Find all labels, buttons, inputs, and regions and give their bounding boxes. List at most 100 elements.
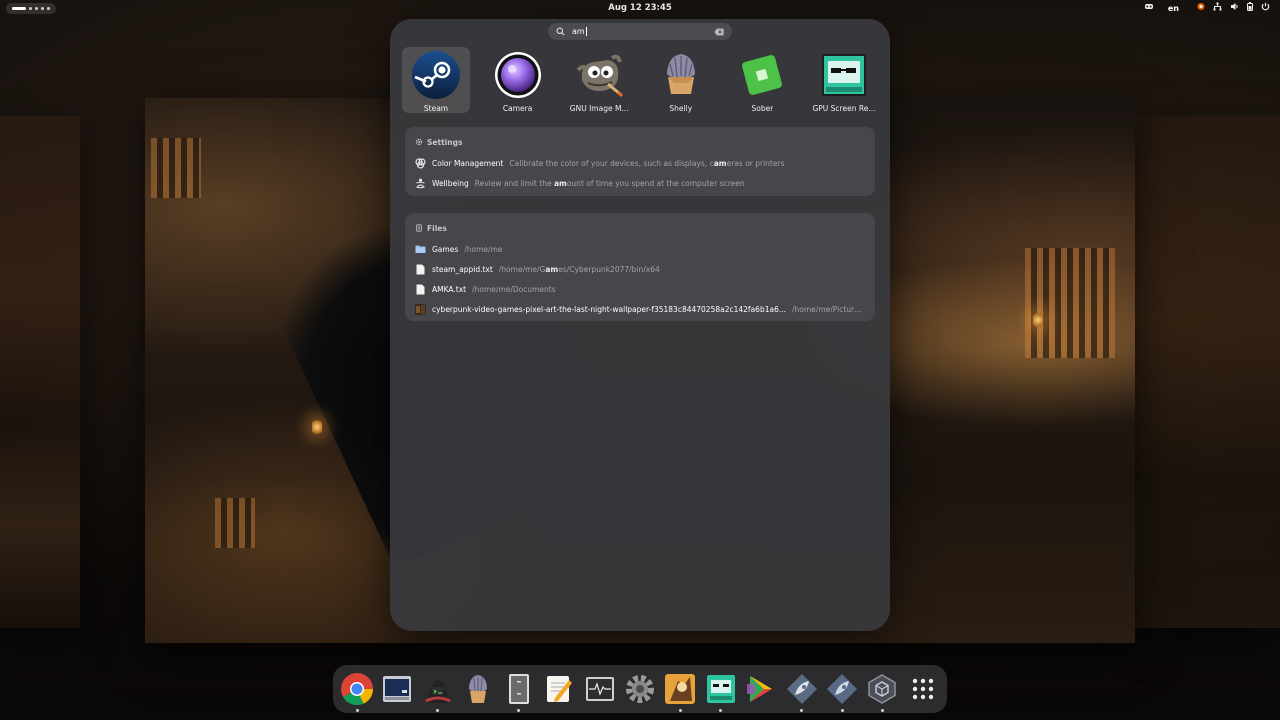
dock-rocket-app-1[interactable] [785, 672, 819, 712]
running-indicator [719, 709, 723, 712]
wallpaper-lamp [1033, 313, 1043, 327]
files-section-header: Files [415, 222, 865, 234]
top-bar: Aug 12 23:45 en [0, 0, 1280, 16]
power-icon[interactable] [1261, 2, 1270, 14]
result-name: cyberpunk-video-games-pixel-art-the-last… [432, 304, 786, 314]
app-result-gpu-screen-recorder[interactable]: GPU Screen Re... [810, 47, 878, 113]
result-path: /home/me/Games/Cyberpunk2077/bin/x64 [498, 264, 660, 274]
dock-gpu-recorder[interactable] [704, 672, 738, 712]
accessibility-icon[interactable] [1144, 2, 1154, 14]
app-label: GNU Image M... [569, 104, 629, 113]
result-path: /home/me/Documents [472, 284, 556, 294]
game-icon [665, 674, 696, 704]
settings-result-wellbeing[interactable]: Wellbeing Review and limit the amount of… [415, 173, 865, 193]
workspace-indicator-active [12, 6, 26, 10]
dock-app-grid[interactable] [906, 672, 940, 706]
workspace-thumbnail-left[interactable] [0, 116, 80, 628]
workspace-indicator [41, 6, 44, 10]
wallpaper-window-lights [151, 138, 201, 198]
dock-hacker-app[interactable] [421, 672, 455, 712]
dock-shelly[interactable] [461, 672, 495, 706]
workspace-indicator [47, 6, 50, 10]
dock-play-store-app[interactable] [744, 672, 778, 706]
result-description: Review and limit the amount of time you … [474, 178, 745, 188]
section-title: Settings [427, 137, 463, 147]
rocket-icon [827, 674, 858, 704]
wellbeing-icon [415, 178, 426, 189]
app-label: Camera [502, 104, 533, 113]
shelly-icon [469, 675, 488, 703]
file-result-games[interactable]: Games /home/me [415, 239, 865, 259]
dock-settings-app[interactable] [623, 672, 657, 706]
wallpaper-window-lights [215, 498, 255, 548]
dock-terminal-app[interactable] [380, 672, 414, 706]
running-indicator [436, 709, 440, 712]
battery-icon [1247, 2, 1253, 14]
app-result-camera[interactable]: Camera [484, 47, 552, 113]
chrome-icon [341, 673, 373, 705]
activities-button[interactable] [6, 2, 56, 14]
settings-section-header: Settings [415, 136, 865, 148]
workspace-thumbnail-right[interactable] [1135, 116, 1280, 628]
dock-game-app[interactable] [663, 672, 697, 712]
result-path: /home/me [464, 244, 503, 254]
system-monitor-icon [585, 677, 614, 701]
files-results: Files Games /home/me steam_appid.txt /ho… [405, 213, 875, 321]
file-result-wallpaper[interactable]: cyberpunk-video-games-pixel-art-the-last… [415, 299, 865, 319]
app-result-sober[interactable]: Sober [728, 47, 796, 113]
hacker-icon [425, 679, 451, 703]
terminal-icon [383, 676, 412, 702]
wallpaper-window-lights [1025, 248, 1115, 358]
dock-system-monitor[interactable] [583, 672, 617, 706]
clear-search-icon[interactable] [714, 28, 724, 36]
system-tray[interactable]: en [1144, 2, 1274, 14]
running-indicator [880, 709, 884, 712]
running-indicator [517, 709, 521, 712]
app-results: Steam Camera GNU Image M... Shelly Sober… [402, 47, 878, 113]
running-indicator [840, 709, 844, 712]
dash-dock [333, 665, 947, 713]
search-overview: am Steam Camera GNU Image M... Shelly So… [390, 19, 890, 631]
search-entry[interactable]: am [548, 23, 732, 40]
file-result-steam-appid[interactable]: steam_appid.txt /home/me/Games/Cyberpunk… [415, 259, 865, 279]
app-label: Sober [751, 104, 774, 113]
workspace-indicator [29, 6, 32, 10]
color-management-icon [415, 157, 426, 169]
result-path: /home/me/Pictures/Walls [792, 304, 865, 314]
workspace-indicator [35, 6, 38, 10]
running-indicator [800, 709, 804, 712]
dock-rocket-app-2[interactable] [825, 672, 859, 712]
clock[interactable]: Aug 12 23:45 [608, 3, 672, 13]
app-label: Steam [423, 104, 449, 113]
play-store-icon [747, 676, 773, 702]
dock-chrome[interactable] [340, 672, 374, 712]
image-thumbnail-icon [415, 303, 426, 315]
result-name: Wellbeing [432, 178, 469, 188]
rocket-icon [786, 674, 817, 704]
app-result-shelly[interactable]: Shelly [647, 47, 715, 113]
search-icon [556, 27, 565, 36]
app-label: Shelly [669, 104, 693, 113]
keyboard-language[interactable]: en [1168, 4, 1179, 13]
steam-icon [411, 50, 461, 100]
dock-files-app[interactable] [502, 672, 536, 712]
camera-icon [493, 50, 543, 100]
files-icon [416, 224, 422, 232]
volume-icon [1230, 2, 1239, 14]
text-file-icon [415, 264, 426, 275]
app-result-steam[interactable]: Steam [402, 47, 470, 113]
text-file-icon [415, 284, 426, 295]
sober-icon [737, 50, 787, 100]
app-result-gimp[interactable]: GNU Image M... [565, 47, 633, 113]
gpu-screen-recorder-icon [706, 675, 735, 703]
dock-text-editor[interactable] [542, 672, 576, 706]
file-result-amka[interactable]: AMKA.txt /home/me/Documents [415, 279, 865, 299]
settings-result-color-management[interactable]: Color Management Calibrate the color of … [415, 153, 865, 173]
gimp-icon [574, 50, 624, 100]
result-name: steam_appid.txt [432, 264, 493, 274]
dock-godot-app[interactable] [865, 672, 899, 712]
gpu-screen-recorder-icon [819, 50, 869, 100]
result-name: Color Management [432, 158, 504, 168]
section-title: Files [427, 223, 447, 233]
running-indicator [355, 709, 359, 712]
